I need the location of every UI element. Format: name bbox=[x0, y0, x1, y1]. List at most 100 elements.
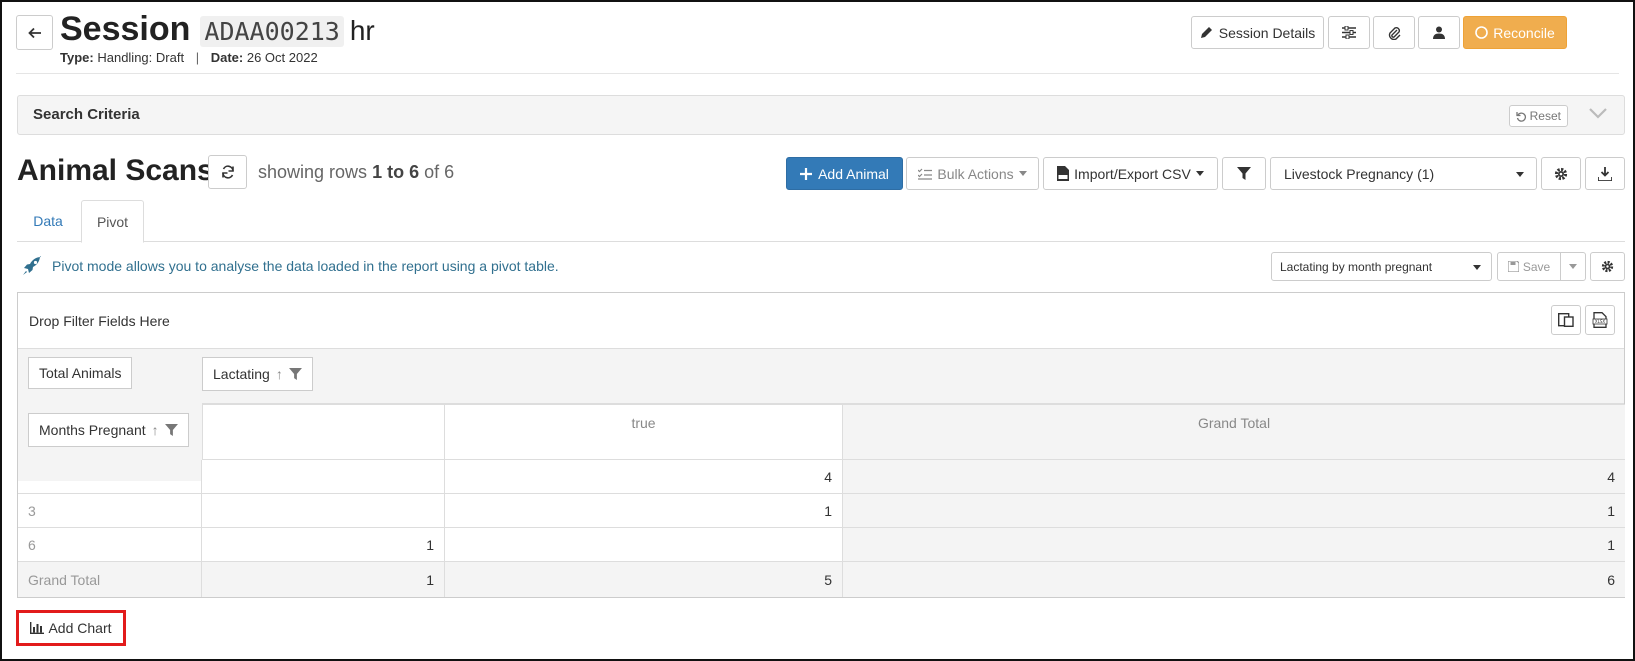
row-label: 3 bbox=[18, 494, 202, 528]
row-field-chip[interactable]: Months Pregnant ↑ bbox=[28, 413, 189, 447]
caret-down-icon bbox=[1516, 172, 1524, 177]
section-title: Animal Scans bbox=[17, 154, 214, 187]
filter-zone-label: Drop Filter Fields Here bbox=[29, 313, 170, 329]
table-cell-total: 1 bbox=[843, 494, 1625, 528]
table-cell-total: 1 bbox=[843, 528, 1625, 562]
caret-down-icon bbox=[1018, 171, 1027, 176]
grand-total-cell: 6 bbox=[843, 562, 1625, 597]
row-field-label: Months Pregnant bbox=[39, 422, 146, 438]
table-cell-total: 1 bbox=[202, 562, 445, 597]
row-label bbox=[18, 460, 202, 494]
pivot-table: Drop Filter Fields Here XLSX Total Anima… bbox=[17, 292, 1625, 598]
import-export-button[interactable]: Import/Export CSV bbox=[1043, 157, 1218, 190]
reset-label: Reset bbox=[1529, 109, 1561, 123]
type-value: Handling: Draft bbox=[97, 50, 185, 65]
meta-separator: | bbox=[195, 50, 200, 65]
title-word: Session bbox=[60, 10, 191, 48]
plus-icon bbox=[800, 167, 813, 180]
caret-down-icon bbox=[1473, 265, 1481, 270]
circle-outline-icon bbox=[1475, 26, 1489, 39]
session-details-label: Session Details bbox=[1218, 24, 1316, 41]
refresh-button[interactable] bbox=[208, 155, 247, 189]
caret-down-icon bbox=[1195, 171, 1204, 176]
arrow-left-icon bbox=[27, 27, 41, 38]
report-settings-button[interactable] bbox=[1541, 157, 1581, 190]
add-animal-label: Add Animal bbox=[818, 165, 889, 182]
refresh-icon bbox=[221, 165, 234, 179]
pivot-layout-select[interactable]: Lactating by month pregnant bbox=[1271, 252, 1492, 281]
copy-icon bbox=[1558, 313, 1574, 327]
attachments-button[interactable] bbox=[1373, 16, 1415, 49]
value-field-chip[interactable]: Total Animals bbox=[28, 357, 133, 389]
table-cell: 4 bbox=[445, 460, 843, 494]
session-meta: Type: Handling: Draft | Date: 26 Oct 202… bbox=[60, 50, 318, 65]
title-suffix: hr bbox=[349, 15, 375, 46]
filter-icon[interactable] bbox=[288, 368, 302, 380]
csv-file-icon bbox=[1057, 166, 1070, 181]
user-icon bbox=[1433, 26, 1445, 39]
xlsx-file-icon: XLSX bbox=[1592, 312, 1608, 328]
sort-arrow-icon[interactable]: ↑ bbox=[276, 366, 283, 382]
filter-button[interactable] bbox=[1222, 157, 1266, 190]
table-cell bbox=[202, 460, 445, 494]
date-label: Date: bbox=[210, 50, 244, 65]
search-criteria-panel[interactable]: Search Criteria Reset bbox=[17, 95, 1625, 135]
bar-chart-icon bbox=[30, 622, 45, 634]
session-code: ADAA00213 bbox=[200, 16, 344, 47]
table-cell bbox=[445, 528, 843, 562]
bulk-actions-button[interactable]: Bulk Actions bbox=[906, 157, 1039, 190]
reconcile-label: Reconcile bbox=[1493, 24, 1555, 41]
report-select-value: Livestock Pregnancy (1) bbox=[1284, 165, 1435, 182]
pivot-settings-button[interactable] bbox=[1590, 252, 1625, 281]
bulk-actions-label: Bulk Actions bbox=[937, 165, 1014, 182]
grand-total-row-label: Grand Total bbox=[18, 562, 202, 597]
download-button[interactable] bbox=[1585, 157, 1625, 190]
add-chart-label: Add Chart bbox=[48, 620, 112, 636]
date-value: 26 Oct 2022 bbox=[246, 50, 318, 65]
column-field-chip[interactable]: Lactating ↑ bbox=[202, 357, 313, 391]
row-count: showing rows 1 to 6 of 6 bbox=[258, 162, 454, 183]
page-title: Session ADAA00213 hr bbox=[60, 10, 375, 49]
save-dropdown-button[interactable] bbox=[1560, 252, 1586, 281]
column-header-grand-total: Grand Total bbox=[843, 404, 1625, 460]
settings-sliders-button[interactable] bbox=[1328, 16, 1370, 49]
table-cell: 1 bbox=[445, 494, 843, 528]
add-chart-button[interactable]: Add Chart bbox=[16, 610, 126, 646]
gear-icon bbox=[1601, 260, 1614, 273]
copy-pivot-button[interactable] bbox=[1551, 305, 1581, 335]
back-button[interactable] bbox=[16, 15, 53, 50]
column-header-blank bbox=[202, 404, 445, 460]
pivot-info-message: Pivot mode allows you to analyse the dat… bbox=[52, 258, 559, 274]
showing-of: of 6 bbox=[424, 162, 455, 182]
tab-data[interactable]: Data bbox=[17, 200, 79, 242]
column-header-true: true bbox=[445, 404, 843, 460]
reset-button[interactable]: Reset bbox=[1508, 105, 1568, 127]
chevron-down-icon[interactable] bbox=[1588, 106, 1608, 120]
tab-pivot[interactable]: Pivot bbox=[81, 200, 144, 243]
table-cell bbox=[202, 494, 445, 528]
row-label: 6 bbox=[18, 528, 202, 562]
user-button[interactable] bbox=[1418, 16, 1460, 49]
paperclip-icon bbox=[1388, 26, 1401, 40]
add-animal-button[interactable]: Add Animal bbox=[786, 157, 903, 190]
showing-range: 1 to 6 bbox=[372, 162, 420, 182]
column-field-label: Lactating bbox=[213, 366, 270, 382]
pivot-info: Pivot mode allows you to analyse the dat… bbox=[22, 256, 559, 276]
filter-drop-zone[interactable]: Drop Filter Fields Here XLSX bbox=[18, 293, 1624, 349]
reconcile-button[interactable]: Reconcile bbox=[1463, 16, 1567, 49]
save-layout-button[interactable]: Save bbox=[1497, 252, 1561, 281]
sort-arrow-icon[interactable]: ↑ bbox=[152, 422, 159, 438]
view-tabs: Data Pivot bbox=[17, 200, 1625, 243]
filter-icon[interactable] bbox=[164, 424, 178, 436]
app-frame: Session ADAA00213 hr Type: Handling: Dra… bbox=[0, 0, 1635, 661]
session-details-button[interactable]: Session Details bbox=[1191, 16, 1324, 49]
report-select[interactable]: Livestock Pregnancy (1) bbox=[1270, 157, 1537, 190]
showing-prefix: showing rows bbox=[258, 162, 368, 182]
gear-icon bbox=[1554, 167, 1568, 180]
pivot-layout-value: Lactating by month pregnant bbox=[1280, 259, 1433, 274]
rocket-icon bbox=[23, 256, 41, 275]
list-check-icon bbox=[918, 168, 933, 180]
table-cell-total: 5 bbox=[445, 562, 843, 597]
export-xlsx-button[interactable]: XLSX bbox=[1585, 305, 1615, 335]
type-label: Type: bbox=[60, 50, 94, 65]
